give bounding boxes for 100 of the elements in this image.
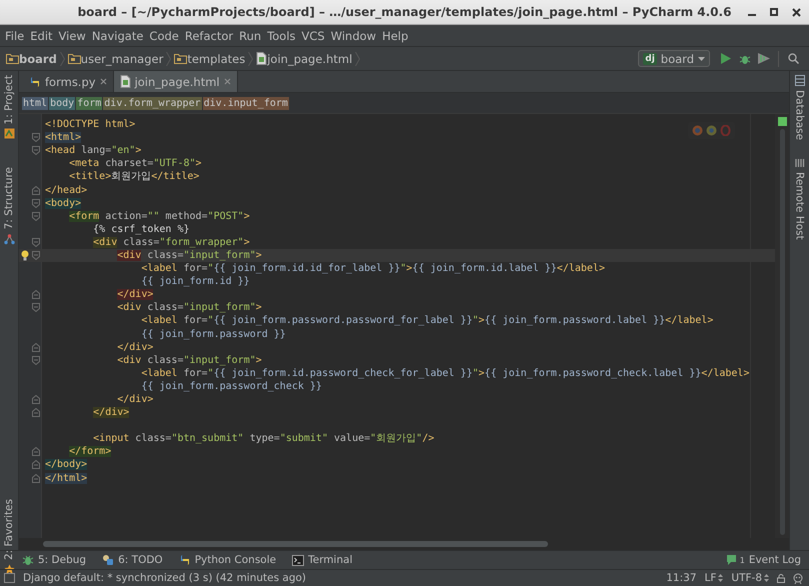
- code-line: <label for="{{ join_form.id.id_for_label }}">{{ join_form.id.label }}</label>: [140, 262, 605, 276]
- breadcrumb-item[interactable]: join_page.html: [267, 52, 352, 66]
- tool-window-button[interactable]: Terminal: [292, 554, 352, 566]
- chevron-icon: [166, 52, 172, 66]
- event-log-button[interactable]: 1 Event Log: [726, 554, 801, 566]
- fold-marker-icon[interactable]: [32, 290, 40, 300]
- fold-marker-icon[interactable]: [32, 460, 40, 470]
- code-line: <div class="form_wrapper">: [92, 236, 250, 249]
- tag-path-item[interactable]: body: [49, 96, 76, 110]
- breadcrumb-item[interactable]: board: [19, 52, 57, 66]
- bug-icon: [22, 554, 34, 566]
- code-line: {{ join_form.password }}: [140, 328, 286, 341]
- caret-position[interactable]: 11:37: [666, 572, 696, 584]
- fold-marker-icon[interactable]: [32, 250, 40, 260]
- menu-item[interactable]: Help: [379, 28, 412, 42]
- fold-marker-icon[interactable]: [32, 447, 40, 456]
- line-separator-selector[interactable]: LF: [704, 572, 724, 584]
- project-icon: [4, 128, 14, 140]
- menu-item[interactable]: Window: [328, 28, 380, 42]
- tool-window-button[interactable]: 5: Debug: [22, 554, 86, 566]
- breadcrumb-item[interactable]: templates: [187, 52, 246, 66]
- status-message: Django default: * synchronized (3 s) (42 minutes ago): [23, 572, 306, 584]
- fold-marker-icon[interactable]: [32, 342, 40, 352]
- fold-marker-icon[interactable]: [32, 474, 40, 483]
- code-line: {{ join_form.password_check }}: [140, 380, 322, 393]
- html-file-icon: [120, 75, 131, 88]
- close-icon[interactable]: [792, 8, 801, 16]
- menu-item[interactable]: Tools: [264, 28, 299, 42]
- fold-marker-icon[interactable]: [32, 198, 40, 208]
- fold-marker-icon[interactable]: [32, 212, 40, 221]
- fold-marker-icon[interactable]: [32, 133, 40, 142]
- fold-marker-icon[interactable]: [32, 408, 40, 418]
- code-line: <div class="input_form">: [116, 248, 262, 262]
- panel-toggle-icon[interactable]: [4, 573, 15, 583]
- code-line: </div>: [116, 340, 154, 354]
- code-line: <title>회원가입</title>: [68, 170, 200, 184]
- fold-marker-icon[interactable]: [32, 303, 40, 312]
- breadcrumb-item[interactable]: user_manager: [80, 52, 164, 66]
- tab-label[interactable]: forms.py: [45, 74, 96, 88]
- folder-icon: [6, 53, 19, 64]
- chevron-icon: [355, 52, 360, 66]
- menu-item[interactable]: VCS: [298, 28, 328, 42]
- database-icon: [794, 75, 804, 86]
- coverage-button[interactable]: [755, 50, 772, 67]
- search-icon: [788, 53, 799, 64]
- encoding-selector[interactable]: UTF-8: [731, 572, 769, 584]
- up-down-arrow-icon: [718, 574, 724, 582]
- code-line: <input class="btn_submit" type="submit" value="회원가입"/>: [92, 432, 434, 446]
- fold-marker-icon[interactable]: [32, 186, 40, 195]
- scrollbar-thumb[interactable]: [43, 541, 548, 547]
- run-configuration-dropdown[interactable]: dj board: [638, 50, 710, 67]
- menu-item[interactable]: Navigate: [88, 28, 146, 42]
- caret-icon: [698, 56, 705, 60]
- tool-window-tab[interactable]: 2: Favorites: [3, 498, 15, 560]
- python-icon: [29, 76, 41, 88]
- menu-item[interactable]: View: [56, 28, 89, 42]
- code-line: <head lang="en">: [44, 144, 142, 158]
- todo-icon: [102, 554, 114, 566]
- menu-item[interactable]: Refactor: [182, 28, 236, 42]
- editor-tab[interactable]: join_page.html: [114, 71, 238, 92]
- code-line: <label for="{{ join_form.password.password_for_label }}">{{ join_form.password.label }}</label>: [140, 314, 714, 328]
- tool-window-tab[interactable]: 7: Structure: [3, 167, 15, 230]
- fold-marker-icon[interactable]: [32, 238, 40, 247]
- coverage-icon: [758, 53, 770, 64]
- tag-path-item[interactable]: div.form_wrapper: [103, 96, 202, 110]
- tool-window-tab[interactable]: 1: Project: [3, 75, 15, 124]
- structure-icon: [4, 234, 14, 245]
- tag-path-item[interactable]: div.input_form: [202, 96, 289, 110]
- window-title: board – [~/PycharmProjects/board] – …/user_manager/templates/join_page.html – PyCharm 4.0.6: [78, 5, 732, 19]
- play-icon: [720, 53, 730, 64]
- fold-marker-icon[interactable]: [32, 356, 40, 365]
- code-line: {{ join_form.id }}: [140, 275, 250, 288]
- terminal-icon: [292, 554, 304, 566]
- folder-icon: [174, 53, 188, 64]
- html-file-icon: [256, 52, 268, 65]
- inspector-icon[interactable]: [793, 572, 803, 584]
- menu-item[interactable]: Code: [146, 28, 182, 42]
- tool-window-tab[interactable]: Remote Host: [794, 172, 806, 240]
- menu-item[interactable]: File: [2, 28, 28, 42]
- tag-path-item[interactable]: html: [22, 96, 48, 110]
- code-line: </head>: [44, 184, 88, 197]
- maximize-icon[interactable]: [770, 8, 778, 16]
- fold-marker-icon[interactable]: [32, 395, 40, 404]
- chevron-icon: [60, 52, 65, 66]
- menu-item[interactable]: Edit: [27, 28, 56, 42]
- tag-path-item[interactable]: form: [76, 96, 102, 110]
- chevron-icon: [248, 52, 254, 66]
- menu-item[interactable]: Run: [236, 28, 264, 42]
- code-line: {% csrf_token %}: [92, 222, 190, 236]
- server-icon: [794, 158, 804, 168]
- lock-icon[interactable]: [777, 574, 785, 582]
- lightbulb-icon[interactable]: [21, 250, 29, 261]
- up-down-arrow-icon: [764, 574, 769, 582]
- tool-window-button[interactable]: 6: TODO: [102, 554, 163, 566]
- code-line: <!DOCTYPE html>: [44, 118, 136, 132]
- fold-marker-icon[interactable]: [32, 146, 40, 156]
- code-line: <div class="input_form">: [116, 301, 262, 314]
- tab-label[interactable]: join_page.html: [134, 74, 220, 88]
- tool-window-tab[interactable]: Database: [794, 90, 806, 140]
- tool-window-button[interactable]: Python Console: [178, 554, 276, 566]
